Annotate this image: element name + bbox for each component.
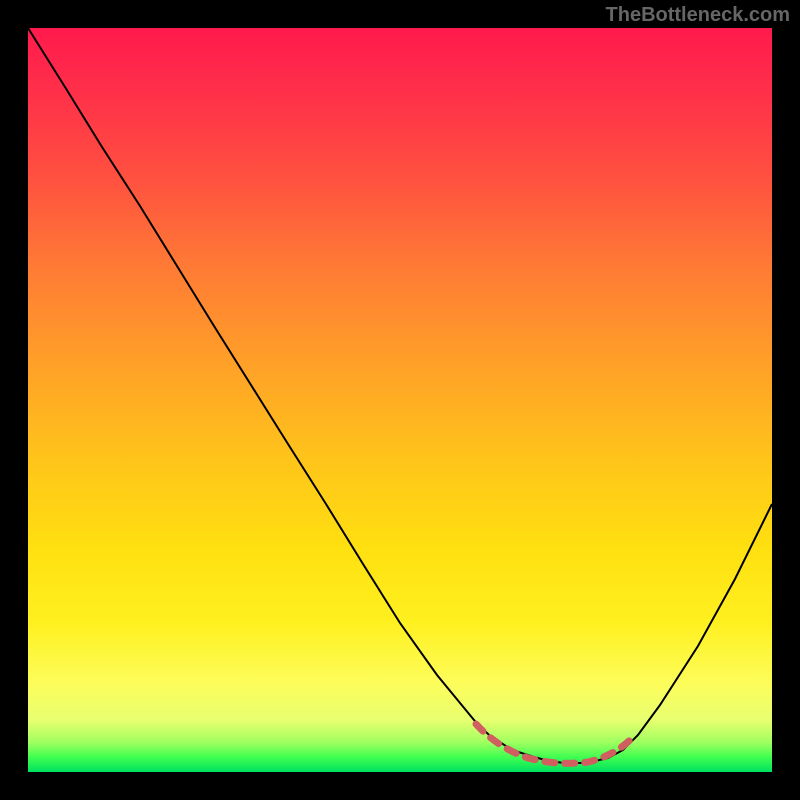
- plot-area: [28, 28, 772, 772]
- watermark-text: TheBottleneck.com: [606, 4, 790, 27]
- optimal-range-highlight: [476, 724, 630, 763]
- curve-svg: [28, 28, 772, 772]
- bottleneck-curve-line: [28, 28, 772, 763]
